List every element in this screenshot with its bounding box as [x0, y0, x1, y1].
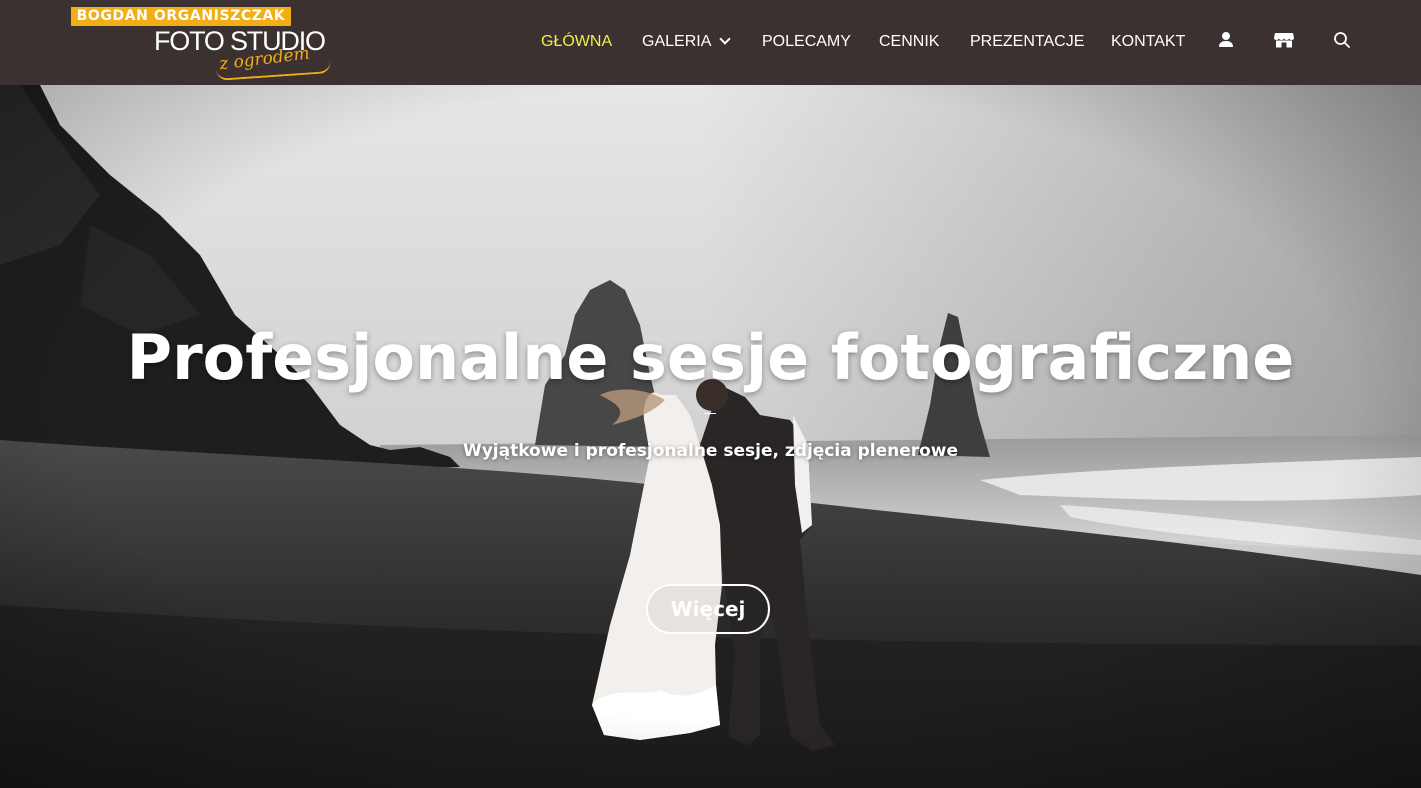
hero-title: Profesjonalne sesje fotograficzne [126, 321, 1295, 394]
nav-item-kontakt[interactable]: KONTAKT [1111, 32, 1185, 52]
hero-background-photo [0, 85, 1421, 788]
nav-item-cennik[interactable]: CENNIK [879, 32, 939, 52]
nav-item-label: KONTAKT [1111, 33, 1186, 50]
hero-subtitle: Wyjątkowe i profesjonalne sesje, zdjęcia… [462, 441, 959, 461]
nav-item-label: POLECAMY [762, 33, 851, 50]
chevron-down-icon [719, 33, 732, 45]
nav-item-label: GŁÓWNA [541, 33, 613, 50]
search-icon[interactable] [1330, 28, 1354, 52]
nav-item-glowna[interactable]: GŁÓWNA [541, 32, 612, 52]
nav-item-label: PREZENTACJE [970, 33, 1085, 50]
user-icon[interactable] [1214, 28, 1238, 52]
store-icon[interactable] [1272, 28, 1296, 52]
site-header: BOGDAN ORGANISZCZAK FOTO STUDIO z ogrode… [0, 0, 1421, 85]
nav-item-polecamy[interactable]: POLECAMY [762, 32, 851, 52]
hero-divider [704, 413, 716, 414]
more-button[interactable]: Więcej [646, 584, 770, 634]
nav-item-label: GALERIA [642, 33, 712, 50]
hero-section: Profesjonalne sesje fotograficzne Wyjątk… [0, 85, 1421, 788]
logo-banner-text: BOGDAN ORGANISZCZAK [71, 7, 291, 26]
nav-item-label: CENNIK [879, 33, 940, 50]
site-logo[interactable]: BOGDAN ORGANISZCZAK FOTO STUDIO z ogrode… [71, 7, 332, 81]
nav-item-galeria[interactable]: GALERIA [642, 32, 732, 52]
nav-item-prezentacje[interactable]: PREZENTACJE [970, 32, 1084, 52]
